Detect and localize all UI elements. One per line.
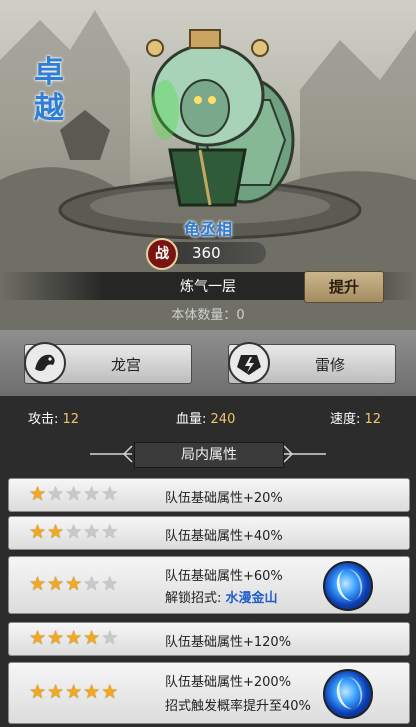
star-filled-icon: ★ [83,627,101,649]
faction-tag-button[interactable]: 龙宫 [24,342,192,384]
star-filled-icon: ★ [29,627,47,649]
star-empty-icon: ★ [101,521,119,543]
star-rating: ★ ★ ★ ★ ★ [29,523,118,542]
star-rating: ★ ★ ★ ★ ★ [29,629,118,648]
star-level-row: ★ ★ ★ ★ ★ 队伍基础属性+120% [8,622,410,656]
star-filled-icon: ★ [47,521,65,543]
section-header: 局内属性 [0,438,416,470]
character-name: 龟丞相 [183,220,232,239]
star-filled-icon: ★ [47,681,65,703]
battle-power-icon: 战 [146,238,178,270]
star-rating: ★ ★ ★ ★ ★ [29,683,118,702]
level-effect: 队伍基础属性+120% [165,635,292,650]
attack-stat: 攻击: 12 [28,408,79,427]
power-value: 360 [192,244,221,262]
star-rating: ★ ★ ★ ★ ★ [29,575,118,594]
speed-stat: 速度: 12 [330,408,381,427]
hp-label: 血量: [176,412,207,427]
star-empty-icon: ★ [83,521,101,543]
stats-row: 攻击: 12 血量: 240 速度: 12 [0,402,416,430]
skill-name[interactable]: 水漫金山 [226,591,278,606]
water-skill-icon[interactable] [323,561,373,611]
star-empty-icon: ★ [101,573,119,595]
info-panel: 龙宫 雷修 攻击: 12 血量: 240 速度: 12 局内属性 ★ ★ ★ ★… [0,330,416,727]
level-effect: 队伍基础属性+40% [165,529,283,544]
star-level-row: ★ ★ ★ ★ ★ 队伍基础属性+60% 解锁招式: 水漫金山 [8,556,410,614]
attack-label: 攻击: [28,412,59,427]
star-filled-icon: ★ [47,573,65,595]
star-empty-icon: ★ [83,573,101,595]
water-skill-icon[interactable] [323,669,373,719]
star-filled-icon: ★ [29,681,47,703]
speed-label: 速度: [330,412,361,427]
star-empty-icon: ★ [65,483,83,505]
faction-tag-label: 龙宫 [110,356,141,374]
level-effect: 队伍基础属性+60% [165,569,283,584]
star-empty-icon: ★ [83,483,101,505]
star-empty-icon: ★ [65,521,83,543]
element-tag-label: 雷修 [314,356,345,374]
rarity-label: 卓 越 [30,55,68,127]
tag-bar: 龙宫 雷修 [0,330,416,396]
star-filled-icon: ★ [65,627,83,649]
star-empty-icon: ★ [47,483,65,505]
star-filled-icon: ★ [83,681,101,703]
star-filled-icon: ★ [29,573,47,595]
star-filled-icon: ★ [47,627,65,649]
hp-value: 240 [210,412,236,427]
star-rating: ★ ★ ★ ★ ★ [29,485,118,504]
rarity-char-1: 卓 [34,55,64,90]
section-title: 局内属性 [134,442,284,468]
power-display: 战 360 [146,238,266,270]
star-level-row: ★ ★ ★ ★ ★ 队伍基础属性+40% [8,516,410,550]
star-empty-icon: ★ [101,627,119,649]
element-tag-button[interactable]: 雷修 [228,342,396,384]
star-filled-icon: ★ [101,681,119,703]
star-filled-icon: ★ [65,681,83,703]
rarity-char-2: 越 [34,91,64,126]
star-filled-icon: ★ [65,573,83,595]
attack-value: 12 [62,412,80,427]
trigger-chance-line: 招式触发概率提升至40% [165,699,311,714]
upgrade-button[interactable]: 提升 [304,271,384,303]
level-effect: 队伍基础属性+200% [165,675,292,690]
star-filled-icon: ★ [29,521,47,543]
speed-value: 12 [364,412,382,427]
star-level-row: ★ ★ ★ ★ ★ 队伍基础属性+20% [8,478,410,512]
star-filled-icon: ★ [29,483,47,505]
unlock-skill-label: 解锁招式: [165,591,226,606]
character-scene: 卓 越 龟丞相 战 360 炼气一层 提升 本体数量：0 [0,0,416,330]
copy-count: 本体数量：0 [171,308,245,323]
hp-stat: 血量: 240 [176,408,235,427]
star-empty-icon: ★ [101,483,119,505]
level-effect: 队伍基础属性+20% [165,491,283,506]
unlock-skill-line: 解锁招式: 水漫金山 [165,587,278,606]
star-level-row: ★ ★ ★ ★ ★ 队伍基础属性+200% 招式触发概率提升至40% [8,662,410,724]
